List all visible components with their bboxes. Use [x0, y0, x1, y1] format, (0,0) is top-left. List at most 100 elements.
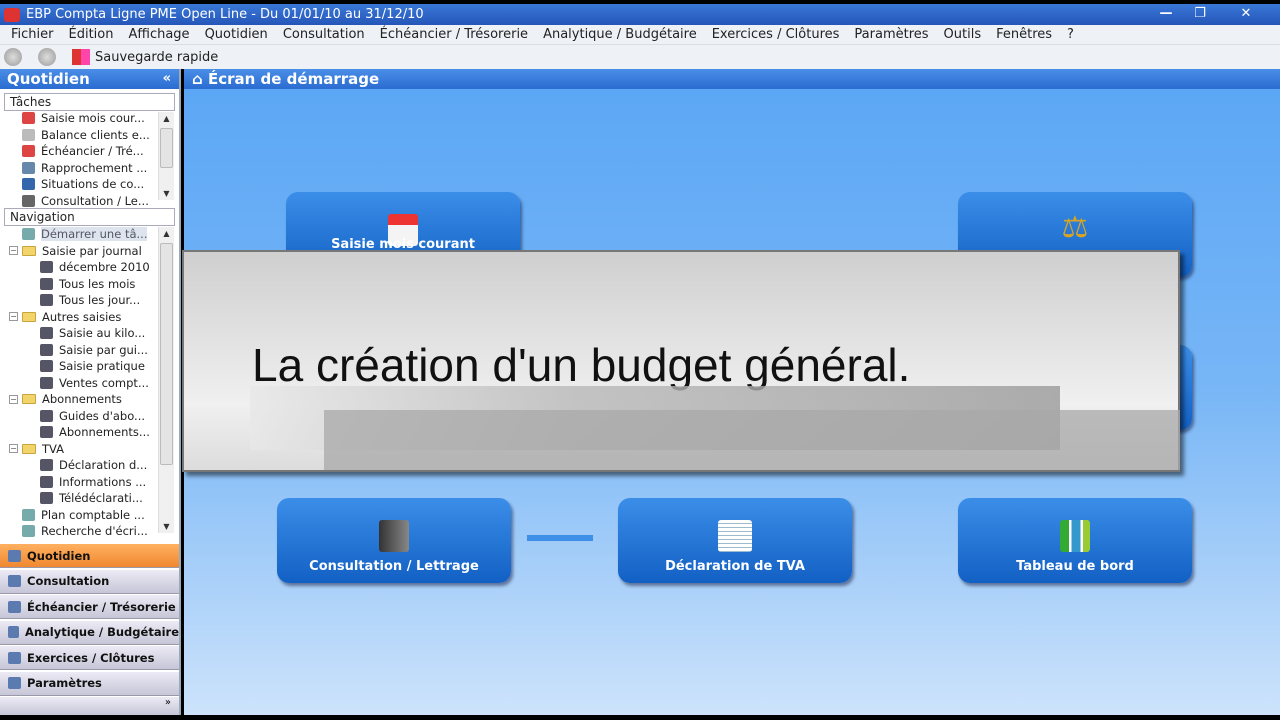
menu-item[interactable]: Analytique / Budgétaire	[543, 27, 697, 42]
task-item[interactable]: Échéancier / Tré...	[22, 143, 144, 159]
back-button[interactable]	[4, 48, 22, 66]
tasks-header[interactable]: Tâches	[4, 93, 175, 111]
nav-label: Saisie par journal	[42, 243, 142, 258]
tile-consultation-lettrage[interactable]: Consultation / Lettrage	[277, 498, 511, 583]
task-icon	[22, 194, 35, 207]
navigation-scrollbar[interactable]: ▲ ▼	[158, 227, 174, 533]
menu-item[interactable]: Échéancier / Trésorerie	[380, 27, 528, 42]
quick-save-icon[interactable]	[72, 49, 90, 65]
forward-button[interactable]	[38, 48, 56, 66]
item-icon	[40, 327, 53, 339]
collapse-icon[interactable]: −	[9, 394, 18, 404]
more-sections-button[interactable]: »	[0, 697, 179, 715]
tile-tableau-de-bord[interactable]: Tableau de bord	[958, 498, 1192, 583]
quick-save-button[interactable]: Sauvegarde rapide	[95, 50, 218, 65]
nav-item[interactable]: − Autres saisies	[9, 309, 121, 325]
section-button[interactable]: Analytique / Budgétaire	[0, 619, 179, 645]
nav-item[interactable]: Plan comptable ...	[22, 507, 145, 523]
flow-arrow	[527, 535, 593, 541]
item-icon	[40, 409, 53, 422]
blurred-area	[324, 410, 1180, 470]
menu-item[interactable]: Consultation	[283, 27, 365, 42]
section-button[interactable]: Consultation	[0, 568, 179, 594]
tile-label: Tableau de bord	[1016, 559, 1134, 574]
collapse-icon[interactable]: −	[9, 444, 18, 453]
task-label: Consultation / Le...	[41, 193, 149, 208]
nav-label: TVA	[42, 441, 65, 456]
item-icon	[40, 261, 53, 273]
menu-item[interactable]: Exercices / Clôtures	[712, 27, 840, 42]
nav-item[interactable]: Tous les mois	[40, 276, 135, 292]
app-icon	[4, 7, 20, 22]
tasks-scrollbar[interactable]: ▲ ▼	[158, 112, 174, 200]
navigation-header[interactable]: Navigation	[4, 208, 175, 226]
nav-item[interactable]: Informations ...	[40, 474, 146, 490]
item-icon	[40, 277, 53, 290]
task-icon	[22, 161, 35, 174]
item-icon	[22, 508, 35, 521]
task-item[interactable]: Balance clients e...	[22, 127, 150, 143]
collapse-icon[interactable]: −	[9, 312, 18, 321]
nav-label: Saisie pratique	[59, 359, 145, 373]
nav-item[interactable]: Saisie pratique	[40, 358, 145, 374]
nav-label: Informations ...	[59, 474, 147, 489]
nav-item[interactable]: Saisie par gui...	[40, 342, 148, 358]
scales-icon: ⚖	[1061, 210, 1089, 245]
menu-item[interactable]: Fichier	[11, 27, 54, 42]
section-icon	[8, 651, 21, 664]
nav-label: décembre 2010	[59, 260, 150, 274]
nav-item[interactable]: Démarrer une tâ...	[22, 226, 148, 242]
nav-item[interactable]: Abonnements...	[40, 424, 150, 440]
section-icon	[8, 575, 21, 587]
task-item[interactable]: Situations de co...	[22, 176, 144, 192]
task-label: Balance clients e...	[41, 127, 150, 142]
menu-item[interactable]: Paramètres	[854, 27, 928, 42]
nav-label: Démarrer une tâ...	[41, 227, 148, 241]
section-button[interactable]: Paramètres	[0, 670, 179, 696]
nav-item[interactable]: Télédéclarati...	[40, 490, 143, 506]
nav-label: Déclaration d...	[59, 458, 148, 472]
nav-item[interactable]: Guides d'abo...	[40, 408, 145, 424]
page-title: Écran de démarrage	[207, 70, 380, 88]
close-button[interactable]: ✕	[1233, 6, 1259, 22]
section-label: Quotidien	[27, 548, 91, 563]
main-header: ⌂ Écran de démarrage	[184, 69, 1280, 89]
section-label: Consultation	[27, 574, 110, 588]
nav-item[interactable]: − TVA	[9, 441, 64, 457]
section-button[interactable]: Échéancier / Trésorerie	[0, 594, 179, 619]
task-label: Saisie mois cour...	[41, 111, 145, 125]
menu-item[interactable]: Affichage	[128, 27, 189, 42]
maximize-button[interactable]: ❐	[1187, 6, 1213, 22]
section-button[interactable]: Quotidien	[0, 543, 179, 568]
nav-item[interactable]: − Saisie par journal	[9, 243, 142, 259]
nav-label: Saisie par gui...	[59, 342, 148, 357]
minimize-button[interactable]: —	[1153, 6, 1179, 22]
section-button[interactable]: Exercices / Clôtures	[0, 645, 179, 670]
nav-item[interactable]: décembre 2010	[40, 259, 150, 275]
item-icon	[40, 426, 53, 438]
item-icon	[40, 343, 53, 356]
menu-item[interactable]: Édition	[69, 27, 114, 42]
task-item[interactable]: Rapprochement ...	[22, 160, 147, 176]
nav-item[interactable]: Saisie au kilo...	[40, 325, 145, 341]
tile-declaration-tva[interactable]: Déclaration de TVA	[618, 498, 852, 583]
sidebar: Quotidien « Tâches Saisie mois cour... Ba…	[0, 69, 181, 715]
nav-label: Plan comptable ...	[41, 507, 145, 522]
menu-item[interactable]: Quotidien	[205, 27, 268, 42]
menu-item[interactable]: Fenêtres	[996, 27, 1052, 42]
nav-item[interactable]: Déclaration d...	[40, 457, 147, 473]
task-item[interactable]: Saisie mois cour...	[22, 110, 145, 126]
task-label: Situations de co...	[41, 177, 145, 191]
collapse-sidebar-button[interactable]: «	[163, 69, 171, 89]
nav-item[interactable]: Tous les jour...	[40, 292, 140, 308]
nav-item[interactable]: Ventes compt...	[40, 375, 149, 391]
menu-item[interactable]: ?	[1067, 27, 1074, 42]
collapse-icon[interactable]: −	[9, 246, 18, 255]
menu-bar: Fichier Édition Affichage Quotidien Consulta…	[0, 25, 1280, 45]
nav-item[interactable]: Recherche d'écri...	[22, 523, 148, 539]
menu-item[interactable]: Outils	[944, 27, 982, 42]
task-item[interactable]: Consultation / Le...	[22, 193, 149, 209]
section-icon	[8, 600, 21, 613]
nav-item[interactable]: − Abonnements	[9, 391, 122, 407]
item-icon	[40, 459, 53, 471]
